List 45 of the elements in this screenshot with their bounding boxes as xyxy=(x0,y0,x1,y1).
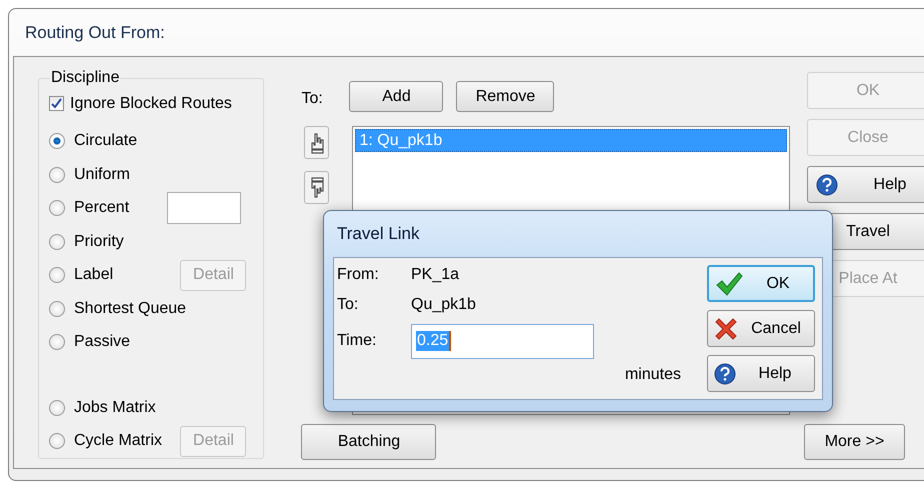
radio-button[interactable] xyxy=(49,400,65,416)
radio-button[interactable] xyxy=(49,133,65,150)
add-button[interactable]: Add xyxy=(349,81,444,112)
radio-button[interactable] xyxy=(49,200,65,216)
radio-label: Jobs Matrix xyxy=(74,398,156,417)
radio-button[interactable] xyxy=(49,300,65,317)
check-icon xyxy=(715,272,743,296)
radio-label: Priority xyxy=(74,232,124,251)
radio-label: Percent xyxy=(74,199,130,218)
from-label: From: xyxy=(337,266,380,284)
radio-button[interactable] xyxy=(49,267,65,284)
to-label: To: xyxy=(337,296,360,314)
to-label: To: xyxy=(301,90,324,108)
cancel-button[interactable]: Cancel xyxy=(707,310,815,347)
radio-label: Uniform xyxy=(74,166,130,184)
radio-label: Cycle Matrix xyxy=(74,432,162,450)
help-icon xyxy=(714,362,736,384)
more-button[interactable]: More >> xyxy=(804,424,905,460)
radio-button[interactable] xyxy=(49,433,65,450)
group-title: Discipline xyxy=(50,69,120,87)
cross-icon xyxy=(714,316,738,340)
pointing-hand-down-icon[interactable] xyxy=(304,171,330,204)
radio-button[interactable] xyxy=(49,234,65,250)
window-title: Routing Out From: xyxy=(25,22,165,42)
checkbox-label: Ignore Blocked Routes xyxy=(70,94,232,113)
help-button[interactable]: Help xyxy=(707,355,815,392)
from-value: PK_1a xyxy=(411,266,460,284)
radio-label: Shortest Queue xyxy=(74,300,186,318)
to-value: Qu_pk1b xyxy=(411,296,477,314)
percent-field[interactable] xyxy=(167,192,242,224)
batching-button[interactable]: Batching xyxy=(301,424,436,460)
checkbox[interactable] xyxy=(49,96,64,112)
ok-button[interactable]: OK xyxy=(707,265,815,302)
help-button[interactable]: Help xyxy=(807,166,924,203)
time-label: Time: xyxy=(337,332,378,350)
radio-label: Label xyxy=(74,266,114,284)
radio-label: Circulate xyxy=(74,132,138,150)
radio-label: Passive xyxy=(74,333,130,352)
pointing-hand-up-icon[interactable] xyxy=(304,126,330,159)
radio-button[interactable] xyxy=(49,166,65,183)
unit-label: minutes xyxy=(624,366,681,384)
radio-button[interactable] xyxy=(49,334,65,350)
dialog-title: Travel Link xyxy=(337,224,420,244)
remove-button[interactable]: Remove xyxy=(456,81,554,112)
help-icon xyxy=(816,174,838,196)
